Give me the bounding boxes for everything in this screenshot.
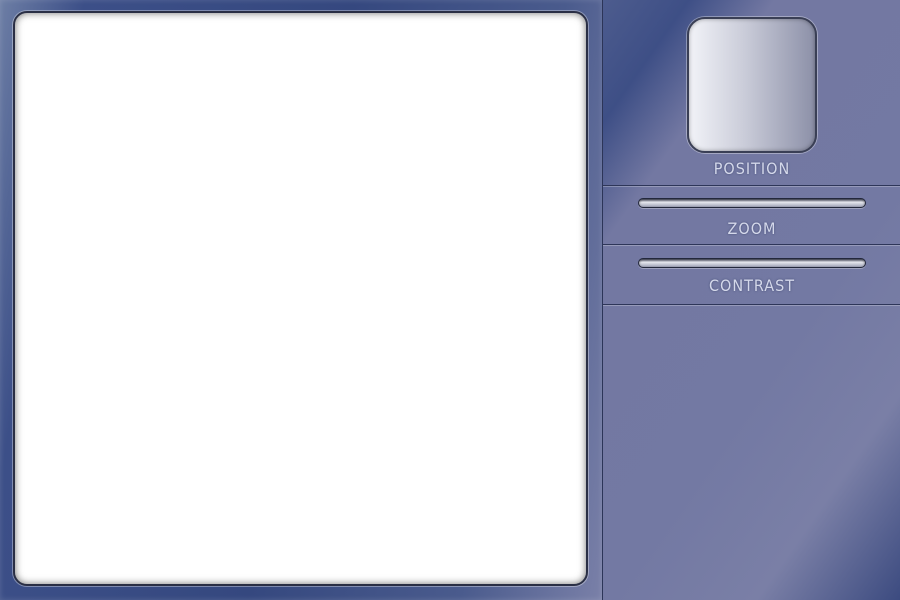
image-viewer-app: POSITION ZOOM CONTRAST [0, 0, 900, 600]
zoom-label: ZOOM [727, 219, 777, 238]
contrast-slider[interactable] [638, 258, 866, 268]
zoom-slider[interactable] [638, 198, 866, 208]
position-pad[interactable] [687, 17, 817, 153]
position-label: POSITION [713, 159, 791, 178]
image-canvas[interactable] [13, 11, 588, 586]
zoom-control: ZOOM [603, 186, 900, 245]
control-panel: POSITION ZOOM CONTRAST [602, 0, 900, 600]
position-control: POSITION [603, 0, 900, 186]
contrast-control: CONTRAST [603, 245, 900, 305]
contrast-label: CONTRAST [708, 276, 796, 295]
viewer-frame [0, 0, 602, 600]
